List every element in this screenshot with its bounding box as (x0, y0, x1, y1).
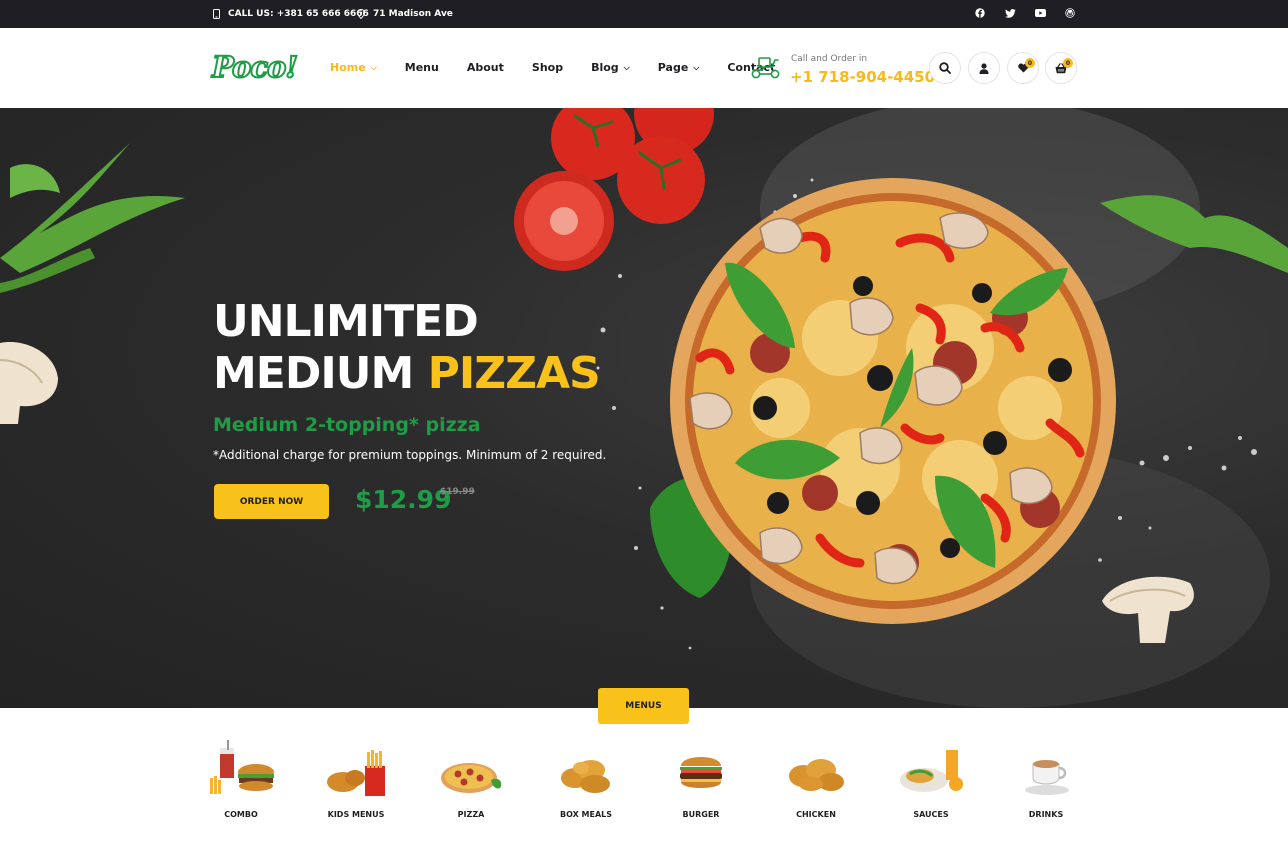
nav-item-label: About (466, 61, 504, 74)
location-pin-icon (357, 9, 365, 19)
twitter-icon[interactable] (1004, 7, 1016, 19)
topbar-phone-label: CALL US: +381 65 666 6666 (228, 9, 369, 19)
nav-item-blog[interactable]: Blog ⌵ (591, 61, 630, 74)
phone-icon (213, 9, 220, 19)
top-bar: CALL US: +381 65 666 6666 71 Madison Ave (0, 0, 1288, 28)
nav-item-about[interactable]: About (467, 61, 504, 74)
pizza-icon (441, 763, 502, 793)
category-chicken[interactable]: CHICKEN (771, 740, 861, 819)
category-burger[interactable]: BURGER (656, 740, 746, 819)
account-button[interactable] (968, 52, 1000, 84)
category-combo[interactable]: COMBO (196, 740, 286, 819)
chicken-icon (789, 759, 844, 791)
search-icon (939, 62, 951, 74)
category-label: DRINKS (1028, 810, 1064, 819)
delivery-scooter-icon (751, 57, 780, 79)
search-button[interactable] (929, 52, 961, 84)
category-box-meals[interactable]: BOX MEALS (541, 740, 631, 819)
category-kids-menus[interactable]: KIDS MENUS (311, 740, 401, 819)
hero-title-white: MEDIUM (213, 348, 414, 399)
hero-background-art (0, 108, 1288, 708)
hero-price: $12.99 (355, 485, 452, 514)
wordpress-icon[interactable] (1064, 7, 1076, 19)
site-header: Poco! Home ⌵ Menu About Shop Blog ⌵ Page… (0, 28, 1288, 108)
hero-title: UNLIMITED MEDIUM PIZZAS (213, 296, 601, 400)
category-label: BURGER (682, 810, 720, 819)
hero-title-line1: UNLIMITED (213, 296, 479, 347)
wishlist-button[interactable]: 0 (1007, 52, 1039, 84)
nav-item-label: Home (330, 61, 366, 74)
nav-item-label: Page (657, 61, 689, 74)
main-nav: Home ⌵ Menu About Shop Blog ⌵ Page ⌵ Con… (330, 61, 803, 74)
category-pizza[interactable]: PIZZA (426, 740, 516, 819)
wishlist-count-badge: 0 (1025, 58, 1035, 68)
hero-note: *Additional charge for premium toppings.… (213, 448, 607, 462)
chevron-down-icon: ⌵ (370, 62, 377, 72)
chevron-down-icon: ⌵ (623, 62, 630, 72)
category-label: PIZZA (457, 810, 485, 819)
order-now-button[interactable]: ORDER NOW (214, 484, 329, 519)
nav-item-label: Shop (531, 61, 564, 74)
category-drinks[interactable]: DRINKS (1001, 740, 1091, 819)
nav-item-shop[interactable]: Shop (532, 61, 563, 74)
cart-count-badge: 0 (1063, 58, 1073, 68)
category-label: CHICKEN (796, 810, 836, 819)
hero-banner: UNLIMITED MEDIUM PIZZAS Medium 2-topping… (0, 108, 1288, 708)
call-label: Call and Order in (791, 54, 868, 64)
hero-title-line2: MEDIUM PIZZAS (213, 348, 601, 400)
facebook-icon[interactable] (974, 7, 986, 19)
chevron-down-icon: ⌵ (693, 62, 700, 72)
user-icon (979, 62, 989, 74)
nav-item-label: Blog (591, 61, 619, 74)
menu-categories: COMBO KIDS MENUS PIZZA BOX MEALS BURGER … (0, 740, 1288, 840)
category-sauces[interactable]: SAUCES (886, 740, 976, 819)
nav-item-menu[interactable]: Menu (405, 61, 439, 74)
category-label: SAUCES (913, 810, 949, 819)
nav-item-label: Menu (404, 61, 439, 74)
social-links (974, 7, 1076, 19)
topbar-phone[interactable]: CALL US: +381 65 666 6666 (213, 0, 369, 28)
logo[interactable]: Poco! (211, 49, 299, 85)
category-label: COMBO (224, 810, 258, 819)
sauces-icon (900, 750, 963, 792)
category-label: KIDS MENUS (327, 810, 385, 819)
menus-tab[interactable]: MENUS (598, 688, 689, 724)
hero-old-price: $19.99 (440, 487, 475, 497)
kids-meal-icon (327, 750, 385, 796)
topbar-address[interactable]: 71 Madison Ave (357, 0, 453, 28)
call-number[interactable]: +1 718-904-4450 (790, 68, 935, 86)
hero-title-yellow: PIZZAS (427, 348, 601, 399)
nav-item-home[interactable]: Home ⌵ (330, 61, 377, 74)
topbar-address-label: 71 Madison Ave (373, 9, 453, 19)
box-meal-icon (561, 760, 610, 793)
coffee-cup-icon (1025, 760, 1069, 795)
category-label: BOX MEALS (559, 810, 613, 819)
hero-subtitle: Medium 2-topping* pizza (213, 414, 481, 436)
combo-meal-icon (210, 740, 274, 794)
nav-item-page[interactable]: Page ⌵ (658, 61, 700, 74)
youtube-icon[interactable] (1034, 7, 1046, 19)
cart-button[interactable]: 0 (1045, 52, 1077, 84)
burger-icon (680, 757, 722, 788)
